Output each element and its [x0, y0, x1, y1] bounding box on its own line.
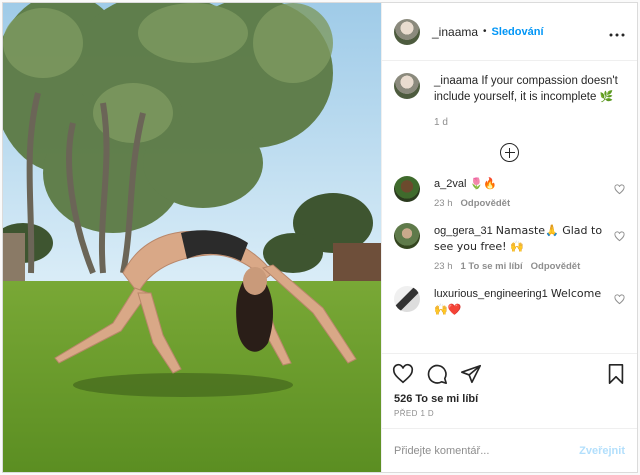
post-timestamp[interactable]: PŘED 1 D	[382, 405, 637, 428]
post-header: _inaama • Sledování	[382, 3, 637, 61]
separator-dot: •	[483, 26, 487, 37]
load-more-comments[interactable]	[394, 143, 625, 162]
more-options-icon[interactable]	[609, 24, 625, 40]
author-avatar[interactable]	[394, 18, 420, 45]
caption-avatar[interactable]	[394, 73, 420, 99]
comment-time[interactable]: 23 h	[434, 261, 453, 272]
instagram-post: _inaama • Sledování _inaama If your comp…	[2, 2, 638, 473]
author-username[interactable]: _inaama	[432, 25, 478, 39]
commenter-avatar[interactable]	[394, 286, 420, 312]
commenter-username[interactable]: luxurious_engineering1	[434, 288, 548, 300]
comment-item: luxurious_engineering1 Welcome 🙌❤️	[394, 286, 625, 318]
post-photo[interactable]	[3, 3, 381, 472]
caption-time[interactable]: 1 d	[434, 115, 625, 131]
caption-username[interactable]: _inaama	[434, 75, 478, 87]
post-actions	[382, 353, 637, 393]
comment-likes[interactable]: 1 To se mi líbí	[461, 261, 523, 272]
commenter-avatar[interactable]	[394, 176, 420, 202]
commenter-avatar[interactable]	[394, 223, 420, 249]
comments-section: _inaama If your compassion doesn't inclu…	[382, 61, 637, 353]
comment-icon[interactable]	[426, 363, 448, 385]
likes-count[interactable]: 526 To se mi líbí	[382, 393, 637, 405]
heart-icon[interactable]	[392, 363, 414, 385]
commenter-username[interactable]: og_gera_31	[434, 225, 493, 237]
comment-item: a_2val 🌷🔥 23 h Odpovědět	[394, 176, 625, 209]
yoga-photo-illustration	[3, 3, 381, 472]
comment-item: og_gera_31 Namaste🙏 Glad to see you free…	[394, 223, 625, 272]
reply-button[interactable]: Odpovědět	[461, 198, 511, 209]
bookmark-icon[interactable]	[605, 363, 627, 385]
comment-time[interactable]: 23 h	[434, 198, 453, 209]
commenter-username[interactable]: a_2val	[434, 178, 466, 190]
caption-emoji: 🌿	[599, 90, 614, 103]
paper-plane-icon[interactable]	[460, 363, 482, 385]
post-caption: _inaama If your compassion doesn't inclu…	[394, 73, 625, 131]
post-sidebar: _inaama • Sledování _inaama If your comp…	[381, 3, 637, 472]
comment-heart-icon[interactable]	[614, 184, 625, 195]
comment-text: 🌷🔥	[469, 177, 497, 190]
reply-button[interactable]: Odpovědět	[531, 261, 581, 272]
comment-input[interactable]	[394, 444, 580, 457]
comment-heart-icon[interactable]	[614, 231, 625, 242]
comment-heart-icon[interactable]	[614, 294, 625, 305]
plus-circle-icon[interactable]	[500, 143, 519, 162]
follow-button[interactable]: Sledování	[492, 26, 544, 38]
publish-button[interactable]: Zveřejnit	[579, 445, 625, 457]
add-comment-bar: Zveřejnit	[382, 428, 637, 472]
